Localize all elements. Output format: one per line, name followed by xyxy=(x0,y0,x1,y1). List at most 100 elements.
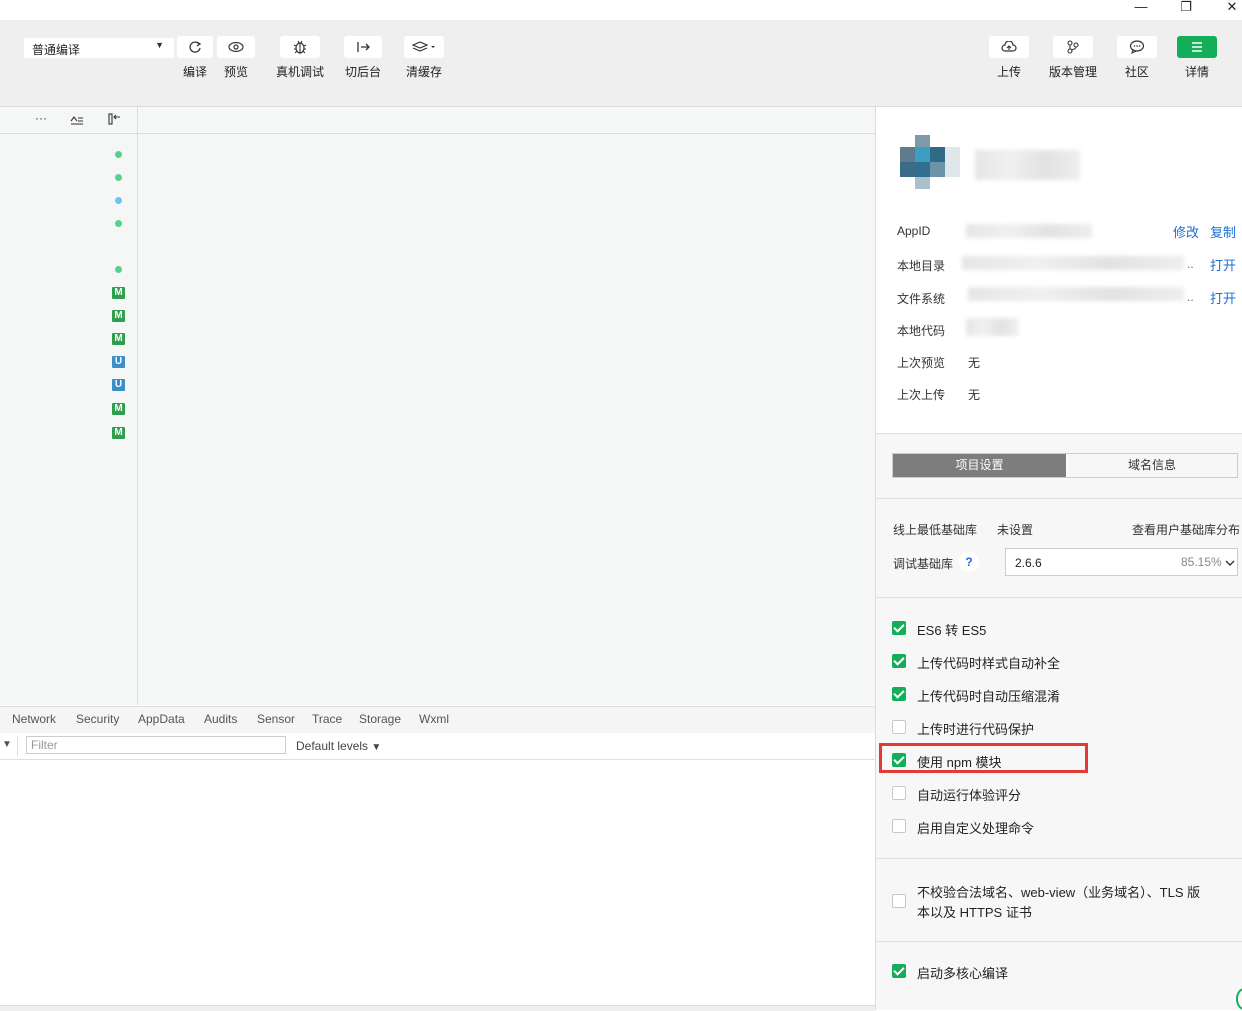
upload-button[interactable] xyxy=(989,36,1029,58)
layers-icon xyxy=(412,41,435,52)
compile-label: 编译 xyxy=(182,65,207,79)
divider xyxy=(17,736,18,756)
branch-icon xyxy=(1067,40,1079,54)
custom-command-checkbox[interactable] xyxy=(892,819,906,833)
background-button[interactable] xyxy=(344,36,382,58)
status-dot xyxy=(115,151,122,158)
log-levels-select[interactable]: Default levels ▼ xyxy=(296,739,381,753)
background-label: 切后台 xyxy=(344,65,381,79)
chat-icon xyxy=(1129,40,1145,54)
version-label: 版本管理 xyxy=(1048,65,1097,79)
preview-button[interactable] xyxy=(217,36,255,58)
version-button[interactable] xyxy=(1053,36,1093,58)
modified-badge: M xyxy=(112,403,125,415)
compile-button[interactable] xyxy=(177,36,213,58)
more-icon[interactable]: ··· xyxy=(35,111,47,125)
appid-label: AppID xyxy=(897,224,931,238)
compile-mode-value: 普通编译 xyxy=(32,43,81,57)
console-filter-input[interactable]: Filter xyxy=(26,736,286,754)
log-levels-label: Default levels xyxy=(296,739,369,753)
modified-badge: M xyxy=(112,287,125,299)
status-dot xyxy=(115,266,122,273)
local-dir-redacted xyxy=(962,256,1184,270)
filesystem-label: 文件系统 xyxy=(897,292,946,306)
bug-icon xyxy=(293,40,307,54)
local-dir-label: 本地目录 xyxy=(897,259,946,273)
community-button[interactable] xyxy=(1117,36,1157,58)
style-autocomplete-checkbox[interactable] xyxy=(892,654,906,668)
tab-appdata[interactable]: AppData xyxy=(138,712,185,726)
minify-checkbox[interactable] xyxy=(892,687,906,701)
refresh-icon xyxy=(189,41,202,53)
file-tree-header: ··· xyxy=(0,107,137,134)
last-upload-label: 上次上传 xyxy=(897,388,946,402)
custom-command-label: 启用自定义处理命令 xyxy=(917,821,1035,836)
tab-trace[interactable]: Trace xyxy=(312,712,342,726)
device-debug-button[interactable] xyxy=(280,36,320,58)
switch-background-icon xyxy=(357,42,370,52)
untracked-badge: U xyxy=(112,356,125,368)
tab-sensor[interactable]: Sensor xyxy=(257,712,295,726)
appid-value-redacted xyxy=(966,224,1092,238)
lib-version-value: 2.6.6 xyxy=(1015,556,1042,570)
clear-cache-button[interactable] xyxy=(404,36,444,58)
skip-domain-check-checkbox[interactable] xyxy=(892,894,906,908)
cloud-upload-icon xyxy=(1001,41,1017,52)
details-button[interactable] xyxy=(1177,36,1217,58)
modify-link[interactable]: 修改 xyxy=(1173,222,1199,241)
tab-wxml[interactable]: Wxml xyxy=(419,712,449,726)
tab-domain-info[interactable]: 域名信息 xyxy=(1067,454,1237,477)
details-label: 详情 xyxy=(1184,65,1209,79)
tab-project-settings[interactable]: 项目设置 xyxy=(893,454,1066,477)
truncation-ellipsis: .. xyxy=(1187,257,1194,271)
es6-checkbox[interactable] xyxy=(892,621,906,635)
lib-percent: 85.15% xyxy=(1181,555,1222,569)
compile-mode-select[interactable]: 普通编译 ▼ xyxy=(24,38,174,58)
truncation-ellipsis: .. xyxy=(1187,290,1194,304)
minimize-icon[interactable]: — xyxy=(1131,0,1151,16)
help-icon[interactable]: ? xyxy=(959,552,979,572)
divider xyxy=(876,498,1242,499)
es6-label: ES6 转 ES5 xyxy=(917,623,987,638)
menu-icon xyxy=(1192,42,1202,52)
modified-badge: M xyxy=(112,310,125,322)
console-output xyxy=(0,760,875,1005)
view-distribution-link[interactable]: 查看用户基础库分布 xyxy=(1132,521,1240,538)
tab-audits[interactable]: Audits xyxy=(204,712,237,726)
eye-icon xyxy=(228,41,244,53)
context-dropdown-icon[interactable]: ▼ xyxy=(2,739,12,750)
local-code-label: 本地代码 xyxy=(897,324,946,338)
status-dot xyxy=(115,197,122,204)
title-bar: — ❐ ✕ xyxy=(0,0,1242,20)
project-name-redacted xyxy=(975,150,1080,180)
status-bar xyxy=(0,1005,875,1011)
tab-storage[interactable]: Storage xyxy=(359,712,401,726)
tab-security[interactable]: Security xyxy=(76,712,119,726)
toggle-sidebar-icon[interactable] xyxy=(108,112,122,126)
divider xyxy=(876,858,1242,859)
multicore-checkbox[interactable] xyxy=(892,964,906,978)
auto-audit-checkbox[interactable] xyxy=(892,786,906,800)
restore-icon[interactable]: ❐ xyxy=(1176,0,1196,16)
close-icon[interactable]: ✕ xyxy=(1222,0,1242,16)
modified-badge: M xyxy=(112,333,125,345)
open-filesystem-link[interactable]: 打开 xyxy=(1210,288,1236,307)
status-dot xyxy=(115,220,122,227)
open-local-dir-link[interactable]: 打开 xyxy=(1210,255,1236,274)
clear-cache-label: 清缓存 xyxy=(405,65,442,79)
avatar xyxy=(900,135,960,193)
device-debug-label: 真机调试 xyxy=(275,65,324,79)
status-dot xyxy=(115,174,122,181)
debug-lib-select[interactable]: 2.6.6 85.15% xyxy=(1005,548,1238,576)
code-protect-checkbox[interactable] xyxy=(892,720,906,734)
last-upload-value: 无 xyxy=(968,388,981,402)
modified-badge: M xyxy=(112,427,125,439)
local-code-redacted xyxy=(966,318,1018,336)
editor-area xyxy=(138,107,875,705)
filesystem-redacted xyxy=(968,287,1184,301)
collapse-all-icon[interactable] xyxy=(70,114,84,126)
copy-link[interactable]: 复制 xyxy=(1210,222,1236,241)
skip-domain-check-label-1: 不校验合法域名、web-view（业务域名）、TLS 版 xyxy=(917,885,1201,900)
tab-network[interactable]: Network xyxy=(12,712,56,726)
multicore-label: 启动多核心编译 xyxy=(917,966,1009,981)
